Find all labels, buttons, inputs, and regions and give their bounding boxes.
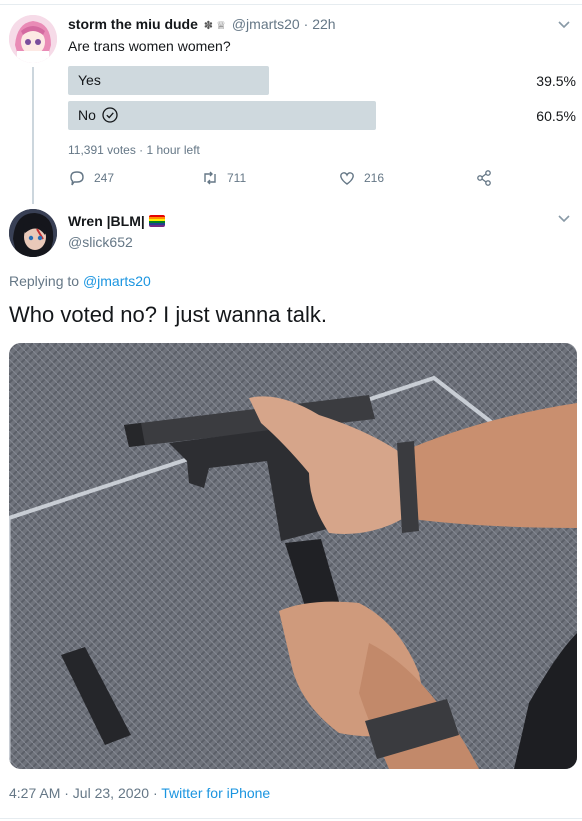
replying-prefix: Replying to bbox=[9, 273, 80, 289]
poll-option-no: No bbox=[68, 101, 376, 130]
parent-time[interactable]: 22h bbox=[312, 16, 335, 32]
reply-button[interactable]: 247 bbox=[68, 169, 114, 187]
tweet-media-image[interactable] bbox=[9, 343, 577, 769]
poll-percent-no: 60.5% bbox=[536, 108, 576, 124]
tweet-footer: 4:27 AM · Jul 23, 2020 · Twitter for iPh… bbox=[9, 785, 270, 801]
replying-to-link[interactable]: @jmarts20 bbox=[83, 273, 151, 289]
like-icon bbox=[340, 172, 354, 185]
parent-tweet-text: Are trans women women? bbox=[68, 38, 231, 54]
reply-count: 247 bbox=[94, 171, 115, 185]
retweet-icon bbox=[204, 171, 216, 185]
chevron-down-icon[interactable] bbox=[556, 210, 572, 226]
rainbow-flag-icon bbox=[148, 215, 165, 227]
thread-line bbox=[32, 67, 34, 204]
tweet-actions: 247 711 216 bbox=[68, 169, 508, 191]
poll-meta: 11,391 votes · 1 hour left bbox=[68, 143, 200, 157]
bottom-divider bbox=[0, 818, 582, 819]
poll-option-label: No bbox=[78, 107, 96, 123]
retweet-count: 711 bbox=[227, 171, 247, 185]
parent-display-name[interactable]: storm the miu dude bbox=[68, 16, 198, 32]
like-button[interactable]: 216 bbox=[338, 169, 384, 187]
tweet-source[interactable]: Twitter for iPhone bbox=[161, 785, 270, 801]
parent-badges: ✽ ♕ bbox=[203, 20, 226, 32]
reply-icon bbox=[70, 171, 84, 186]
poll-percent-yes: 39.5% bbox=[536, 73, 576, 89]
avatar-storm[interactable] bbox=[9, 15, 57, 63]
time-separator: · bbox=[303, 16, 309, 32]
avatar-wren[interactable] bbox=[9, 209, 57, 257]
chevron-down-icon[interactable] bbox=[556, 16, 572, 32]
main-display-name[interactable]: Wren |BLM| bbox=[68, 213, 145, 229]
main-handle[interactable]: @slick652 bbox=[68, 234, 133, 250]
poll-option-label: Yes bbox=[78, 72, 101, 88]
poll-option-yes: Yes bbox=[68, 66, 269, 95]
parent-author-row: storm the miu dude ✽ ♕ @jmarts20 · 22h bbox=[68, 16, 336, 32]
replying-to: Replying to @jmarts20 bbox=[9, 273, 151, 289]
main-author-row: Wren |BLM| bbox=[68, 213, 165, 229]
check-circle-icon bbox=[102, 107, 118, 123]
parent-handle[interactable]: @jmarts20 bbox=[232, 16, 300, 32]
share-button[interactable] bbox=[475, 169, 493, 187]
top-divider bbox=[0, 4, 582, 5]
tweet-timestamp[interactable]: 4:27 AM · Jul 23, 2020 · bbox=[9, 785, 158, 801]
like-count: 216 bbox=[364, 171, 385, 185]
main-tweet-text: Who voted no? I just wanna talk. bbox=[9, 302, 327, 327]
retweet-button[interactable]: 711 bbox=[201, 169, 246, 187]
share-icon bbox=[477, 170, 491, 186]
